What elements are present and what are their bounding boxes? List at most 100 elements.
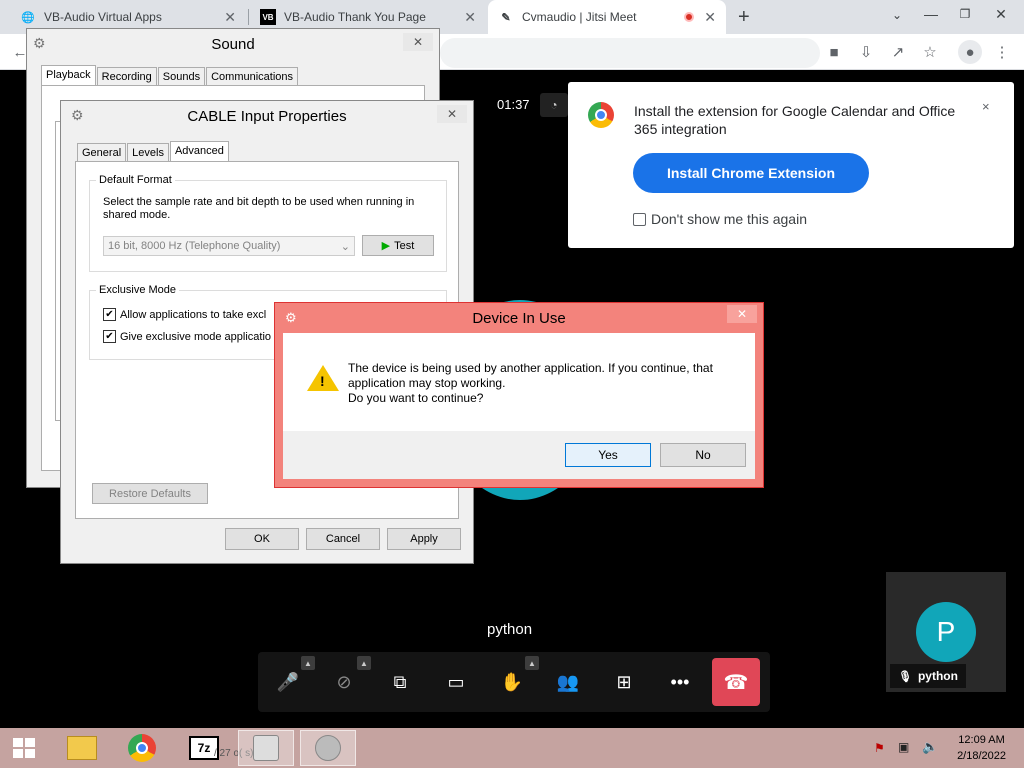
close-icon[interactable]: ✕ xyxy=(437,105,467,123)
checkbox-checked-icon[interactable]: ✔ xyxy=(103,330,116,343)
connection-speed-icon[interactable]: ◔ xyxy=(540,93,568,117)
chat-icon[interactable]: ▭ xyxy=(440,666,472,698)
no-button[interactable]: No xyxy=(660,443,746,467)
give-exclusive-label: Give exclusive mode applicatio xyxy=(120,330,272,343)
speaker-taskbar[interactable] xyxy=(300,730,356,766)
tab-separator xyxy=(248,9,249,25)
device-dialog-footer: Yes No xyxy=(283,431,755,479)
new-tab-button[interactable]: + xyxy=(738,6,750,29)
speaker-icon: ⚙ xyxy=(71,107,84,123)
microphone-icon[interactable]: 🎤 xyxy=(272,666,304,698)
close-prompt-icon[interactable]: × xyxy=(982,99,990,114)
menu-kebab-icon[interactable]: ⋮ xyxy=(992,42,1012,62)
tile-view-icon[interactable]: ⊞ xyxy=(608,666,640,698)
close-tab-icon[interactable]: ✕ xyxy=(224,9,236,26)
play-icon: ▶ xyxy=(381,240,391,252)
restore-icon[interactable]: ❐ xyxy=(952,4,978,24)
close-tab-icon[interactable]: ✕ xyxy=(704,9,716,26)
message-line-1: The device is being used by another appl… xyxy=(348,361,713,375)
address-bar[interactable] xyxy=(440,38,820,68)
recording-icon xyxy=(684,12,694,22)
participant-name: python xyxy=(487,621,533,638)
device-dialog-message: The device is being used by another appl… xyxy=(348,361,738,406)
self-name: python xyxy=(917,669,958,683)
mic-muted-icon: 🎙 xyxy=(898,670,912,683)
default-format-group xyxy=(89,180,447,272)
tab-search-icon[interactable]: ⌄ xyxy=(892,8,902,22)
more-options-icon[interactable]: ••• xyxy=(664,666,696,698)
tab-title: VB-Audio Virtual Apps xyxy=(44,10,162,24)
install-icon[interactable]: ⇩ xyxy=(856,42,876,62)
checkbox-icon[interactable] xyxy=(633,212,646,226)
clock-time: 12:09 AM xyxy=(958,734,1005,746)
speaker-icon: ⚙ xyxy=(285,310,297,325)
ok-button[interactable]: OK xyxy=(225,528,299,550)
cancel-button[interactable]: Cancel xyxy=(306,528,380,550)
device-dialog-body: ! The device is being used by another ap… xyxy=(283,333,755,431)
bookmark-star-icon[interactable]: ☆ xyxy=(920,42,940,62)
default-format-legend: Default Format xyxy=(96,174,175,186)
browser-tab-jitsi[interactable]: ✎ Cvmaudio | Jitsi Meet ✕ xyxy=(488,0,726,34)
screen-share-icon[interactable]: ⧉ xyxy=(384,666,416,698)
sound-dialog-title: Sound xyxy=(211,35,255,53)
exclusive-mode-legend: Exclusive Mode xyxy=(96,284,180,296)
checkbox-checked-icon[interactable]: ✔ xyxy=(103,308,116,321)
close-icon[interactable]: ✕ xyxy=(727,305,757,323)
network-flag-icon[interactable]: ⚑ xyxy=(874,741,885,755)
volume-icon[interactable]: 🔈 xyxy=(922,739,938,755)
share-icon[interactable]: ↗ xyxy=(888,42,908,62)
device-dialog-title: Device In Use xyxy=(472,309,566,327)
yes-button[interactable]: Yes xyxy=(565,443,651,467)
self-avatar: P xyxy=(916,602,976,662)
start-button[interactable] xyxy=(2,730,46,766)
chrome-taskbar[interactable] xyxy=(114,730,170,766)
globe-icon: 🌐 xyxy=(21,11,35,24)
hang-up-button[interactable]: ☎ xyxy=(712,658,760,706)
tab-advanced[interactable]: Advanced xyxy=(169,141,229,162)
cable-dialog-title: CABLE Input Properties xyxy=(187,107,347,125)
profile-icon[interactable]: ● xyxy=(958,40,982,64)
close-tab-icon[interactable]: ✕ xyxy=(464,9,476,26)
extension-prompt-text: Install the extension for Google Calenda… xyxy=(634,103,956,137)
meeting-timer: 01:37 xyxy=(497,97,530,112)
minimize-icon[interactable]: — xyxy=(918,4,944,24)
raise-hand-icon[interactable]: ✋ xyxy=(496,666,528,698)
clock-date: 2/18/2022 xyxy=(957,750,1006,762)
camera-off-icon[interactable]: ⊘ xyxy=(328,666,360,698)
dont-show-again-checkbox[interactable]: Don't show me this again xyxy=(633,211,807,227)
tab-title: VB-Audio Thank You Page xyxy=(284,10,426,24)
file-explorer-taskbar[interactable] xyxy=(54,730,110,766)
close-window-icon[interactable]: ✕ xyxy=(988,4,1014,24)
close-icon[interactable]: ✕ xyxy=(403,33,433,51)
chrome-icon xyxy=(128,734,156,762)
allow-exclusive-label: Allow applications to take excl xyxy=(120,308,267,321)
restore-defaults-button[interactable]: Restore Defaults xyxy=(92,483,208,504)
participants-icon[interactable]: 👥 xyxy=(552,666,584,698)
message-line-2: application may stop working. xyxy=(348,376,506,390)
device-in-use-dialog: Device In Use ⚙ ✕ ! The device is being … xyxy=(274,302,764,488)
camera-icon[interactable]: ■ xyxy=(824,42,844,62)
self-name-label: 🎙 python xyxy=(890,664,966,688)
format-select-value: 16 bit, 8000 Hz (Telephone Quality) xyxy=(108,240,281,252)
tab-playback[interactable]: Playback xyxy=(41,65,96,86)
install-extension-button[interactable]: Install Chrome Extension xyxy=(633,153,869,193)
give-exclusive-priority-checkbox[interactable]: ✔ Give exclusive mode applicatio xyxy=(103,330,271,343)
vb-favicon-icon: VB xyxy=(260,9,276,25)
default-format-description: Select the sample rate and bit depth to … xyxy=(103,196,415,221)
call-toolbar: ▲ 🎤 ▲ ⊘ ⧉ ▭ ▲ ✋ 👥 ⊞ ••• ☎ xyxy=(258,652,770,712)
chrome-logo-icon xyxy=(588,102,614,128)
network-icon[interactable]: ▣ xyxy=(898,740,909,754)
sound-control-taskbar[interactable] xyxy=(238,730,294,766)
jitsi-icon: ✎ xyxy=(501,11,511,24)
warning-exclamation: ! xyxy=(320,373,325,389)
allow-exclusive-checkbox[interactable]: ✔ Allow applications to take excl xyxy=(103,308,266,321)
system-clock[interactable]: 12:09 AM 2/18/2022 xyxy=(957,732,1006,764)
format-select[interactable]: 16 bit, 8000 Hz (Telephone Quality) ⌄ xyxy=(103,236,355,256)
apply-button[interactable]: Apply xyxy=(387,528,461,550)
windows-logo-icon xyxy=(13,738,35,758)
test-button[interactable]: ▶ Test xyxy=(362,235,434,256)
folder-icon xyxy=(67,736,97,760)
self-video-tile[interactable]: P 🎙 python xyxy=(886,572,1006,692)
windows-taskbar: 7z / 27 o( s) sele ⚑ ▣ 🔈 12:09 AM 2/18/2… xyxy=(0,728,1024,768)
test-button-label: Test xyxy=(394,239,415,252)
